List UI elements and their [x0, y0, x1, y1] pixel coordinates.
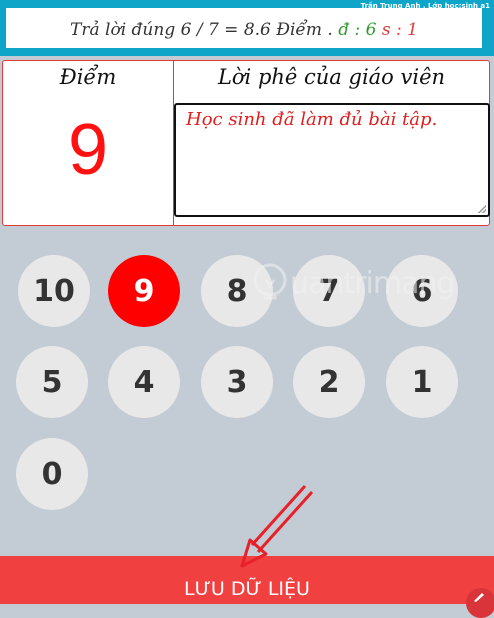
score-button-10[interactable]: 10: [18, 255, 90, 327]
score-button-5[interactable]: 5: [16, 346, 88, 418]
top-bar: Trần Trung Anh , Lớp học:sinh a1 Trả lời…: [0, 0, 494, 56]
pencil-icon: [474, 593, 484, 602]
comment-heading: Lời phê của giáo viên: [217, 65, 446, 89]
lightbulb-icon: [253, 263, 287, 300]
edit-fab-button[interactable]: [466, 588, 494, 618]
save-button[interactable]: LƯU DỮ LIỆU: [0, 556, 494, 604]
comment-column: Lời phê của giáo viên Học sinh đã làm đủ…: [174, 61, 490, 225]
grading-panel: Điểm 9 Lời phê của giáo viên Học sinh đã…: [2, 60, 490, 226]
result-text: Trả lời đúng 6 / 7 = 8.6 Điểm .: [70, 20, 333, 40]
watermark: uantrimang: [252, 258, 456, 308]
score-value: 9: [67, 110, 109, 190]
result-summary-card: Trả lời đúng 6 / 7 = 8.6 Điểm . đ : 6 s …: [6, 8, 482, 48]
score-button-9[interactable]: 9: [108, 255, 180, 327]
comment-textarea[interactable]: Học sinh đã làm đủ bài tập.: [174, 103, 490, 217]
score-button-1[interactable]: 1: [386, 346, 458, 418]
score-heading: Điểm: [59, 65, 117, 89]
save-button-label: LƯU DỮ LIỆU: [184, 578, 310, 600]
score-column: Điểm 9: [3, 61, 174, 225]
score-button-4[interactable]: 4: [108, 346, 180, 418]
score-button-3[interactable]: 3: [201, 346, 273, 418]
result-summary: Trả lời đúng 6 / 7 = 8.6 Điểm . đ : 6 s …: [6, 20, 482, 40]
resize-handle-icon[interactable]: [478, 205, 486, 213]
comment-text: Học sinh đã làm đủ bài tập.: [186, 109, 438, 130]
score-button-2[interactable]: 2: [293, 346, 365, 418]
wrong-count: s : 1: [381, 20, 418, 40]
watermark-text: uantrimang: [290, 265, 456, 301]
correct-count: đ : 6: [338, 20, 377, 40]
score-button-0[interactable]: 0: [16, 438, 88, 510]
